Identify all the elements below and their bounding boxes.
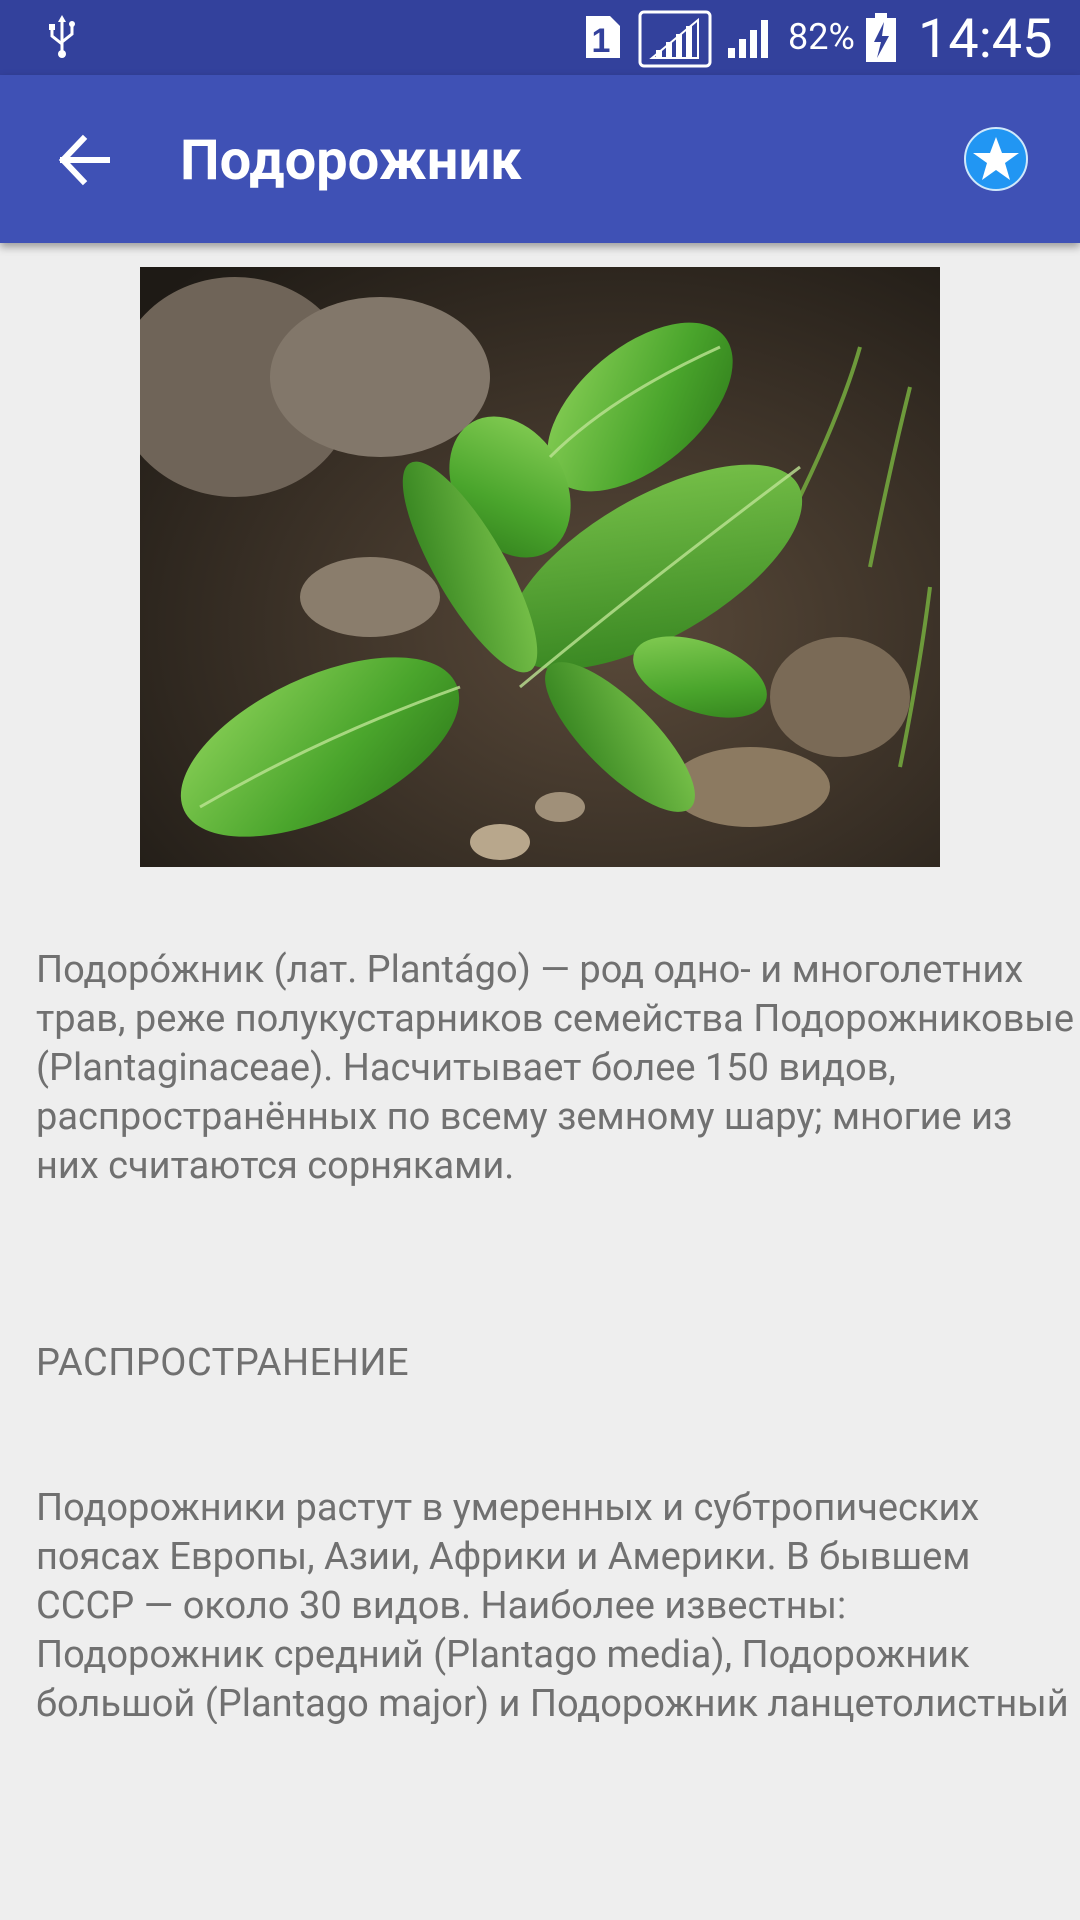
signal-icon — [638, 10, 712, 68]
sim-1-icon: 1 — [586, 16, 620, 60]
plantain-photo — [140, 267, 940, 867]
status-bar: 1 82% 14:45 — [0, 0, 1080, 75]
article-content: Подоро́жник (лат. Plantágo) — род одно- … — [0, 243, 1080, 1920]
battery-percent: 82% — [788, 16, 855, 58]
clock: 14:45 — [918, 8, 1053, 71]
battery-charging-icon — [866, 13, 896, 62]
usb-icon — [49, 15, 75, 58]
signal-icon — [728, 20, 768, 58]
svg-text:1: 1 — [592, 22, 611, 60]
section-heading: РАСПРОСТРАНЕНИЕ — [36, 1341, 410, 1385]
section-text: Подорожники растут в умеренных и субтроп… — [36, 1486, 1069, 1724]
star-icon[interactable] — [962, 125, 1030, 193]
page-title: Подорожник — [180, 127, 522, 193]
app-bar: Подорожник — [0, 75, 1080, 243]
article-intro: Подоро́жник (лат. Plantágo) — род одно- … — [36, 948, 1075, 1188]
arrow-back-icon[interactable] — [55, 131, 113, 189]
